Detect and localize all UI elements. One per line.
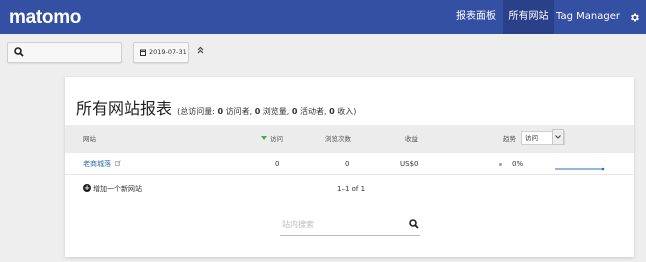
chevron-down-icon[interactable] bbox=[552, 129, 564, 145]
site-name-cell: 老商城落 bbox=[83, 153, 121, 175]
pageviews-cell: 0 bbox=[345, 160, 350, 168]
search-icon[interactable] bbox=[409, 219, 419, 229]
top-navigation-bar: matomo 报表面板 所有网站 Tag Manager bbox=[0, 0, 646, 34]
column-header-revenue[interactable]: 收益 bbox=[405, 125, 418, 153]
site-link[interactable]: 老商城落 bbox=[83, 160, 111, 168]
column-header-website[interactable]: 网站 bbox=[83, 125, 96, 153]
revenue-cell: US$0 bbox=[400, 160, 419, 168]
add-website-button[interactable]: + 增加一个新网站 bbox=[83, 175, 142, 203]
page-title: 所有网站报表 (总访问量: 0 访问者, 0 浏览量, 0 活动者, 0 收入) bbox=[76, 95, 356, 119]
visits-cell: 0 bbox=[275, 160, 280, 168]
column-header-trend: 趋势 bbox=[503, 135, 516, 143]
column-header-visits[interactable]: 访问 bbox=[261, 125, 283, 153]
trend-dot bbox=[499, 163, 502, 166]
table-row: 老商城落 0 0 US$0 0% bbox=[65, 153, 634, 175]
pagination-label: 1–1 of 1 bbox=[337, 185, 366, 193]
nav-item-dashboard[interactable]: 报表面板 bbox=[452, 0, 500, 34]
date-selector-button[interactable]: 2019-07-31 bbox=[133, 42, 189, 63]
matomo-logo[interactable]: matomo bbox=[9, 7, 81, 29]
site-search-box bbox=[280, 214, 420, 236]
nav-item-tag-manager[interactable]: Tag Manager bbox=[556, 0, 620, 34]
plus-circle-icon: + bbox=[83, 184, 91, 192]
sort-descending-icon bbox=[261, 136, 267, 140]
report-title: 所有网站报表 bbox=[76, 99, 173, 118]
trend-cell: 0% bbox=[512, 160, 524, 168]
double-chevron-up-icon[interactable] bbox=[197, 46, 204, 57]
table-footer: + 增加一个新网站 1–1 of 1 bbox=[65, 175, 634, 203]
nav-item-all-websites[interactable]: 所有网站 bbox=[503, 0, 554, 34]
global-search-box[interactable] bbox=[7, 42, 122, 63]
search-icon bbox=[14, 47, 24, 57]
calendar-icon bbox=[140, 49, 146, 56]
site-search-input[interactable] bbox=[282, 216, 402, 232]
sparkline-chart[interactable] bbox=[554, 159, 606, 171]
report-summary: (总访问量: 0 访问者, 0 浏览量, 0 活动者, 0 收入) bbox=[177, 107, 357, 116]
date-label: 2019-07-31 bbox=[149, 48, 187, 56]
all-websites-card: 所有网站报表 (总访问量: 0 访问者, 0 浏览量, 0 活动者, 0 收入)… bbox=[65, 77, 634, 257]
table-header: 网站 访问 浏览次数 收益 趋势 访问 bbox=[65, 125, 634, 153]
external-link-icon[interactable] bbox=[115, 160, 121, 166]
column-header-pageviews[interactable]: 浏览次数 bbox=[325, 125, 351, 153]
gear-icon[interactable] bbox=[624, 0, 644, 34]
